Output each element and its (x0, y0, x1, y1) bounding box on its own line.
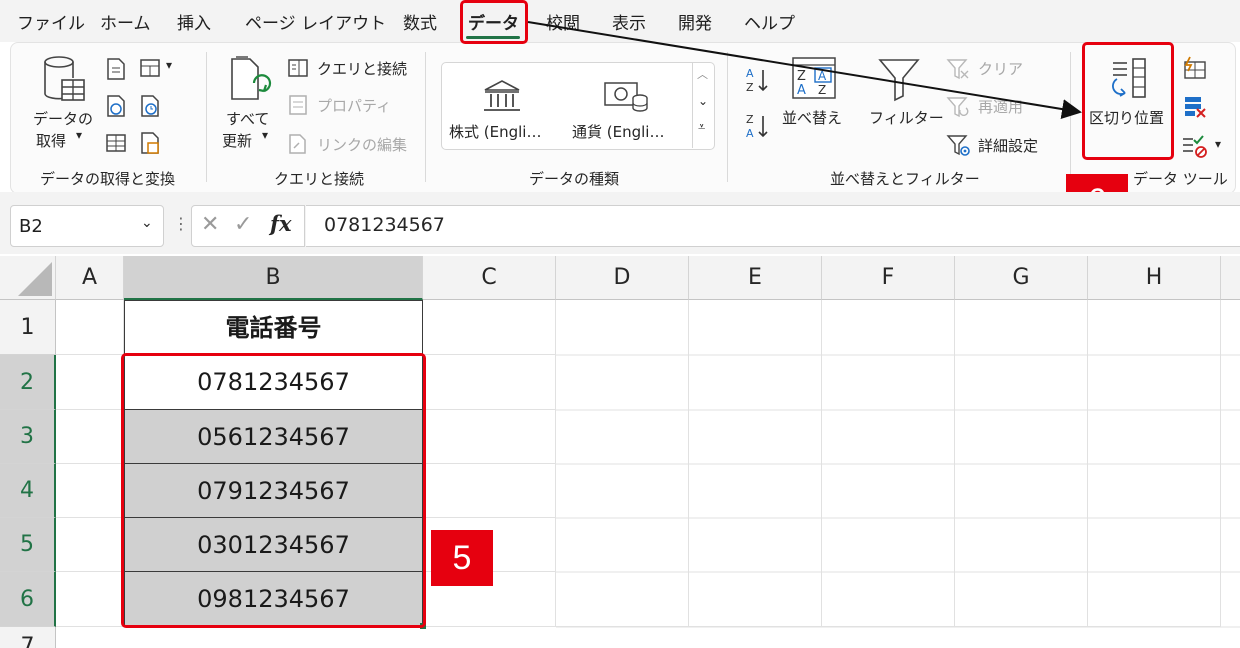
cell[interactable] (56, 572, 124, 627)
column-header-f[interactable]: F (822, 256, 955, 300)
cell[interactable] (423, 355, 556, 410)
column-header-g[interactable]: G (955, 256, 1088, 300)
column-header-h[interactable]: H (1088, 256, 1221, 300)
cell[interactable] (423, 410, 556, 464)
insert-function-icon[interactable]: fx (270, 211, 292, 236)
row-header-6[interactable]: 6 (0, 572, 56, 627)
cell[interactable] (56, 464, 124, 518)
row-header-1[interactable]: 1 (0, 300, 56, 355)
highlight-selection (121, 353, 426, 628)
column-header-e[interactable]: E (689, 256, 822, 300)
cell[interactable] (423, 464, 556, 518)
select-all-corner[interactable] (0, 256, 56, 300)
row-header-4[interactable]: 4 (0, 464, 56, 518)
name-box[interactable]: B2 ⌄ (10, 205, 164, 247)
name-box-value: B2 (19, 216, 43, 237)
chevron-down-icon[interactable]: ⌄ (141, 215, 153, 231)
row-header-3[interactable]: 3 (0, 410, 56, 464)
column-header-b[interactable]: B (124, 256, 423, 300)
row-header-5[interactable]: 5 (0, 518, 56, 572)
row-header-2[interactable]: 2 (0, 355, 56, 410)
grid-lines (556, 354, 1240, 628)
formula-input[interactable]: 0781234567 (306, 205, 1240, 247)
column-header-i[interactable] (1221, 256, 1240, 300)
more-options-icon[interactable]: ⋮ (173, 214, 189, 233)
column-header-c[interactable]: C (423, 256, 556, 300)
formula-value: 0781234567 (324, 214, 445, 236)
row-header-7[interactable]: 7 (0, 627, 56, 648)
column-header-a[interactable]: A (56, 256, 124, 300)
cell[interactable] (423, 300, 556, 355)
step-5-badge: 5 (431, 530, 493, 586)
select-all-icon (18, 262, 52, 296)
cell[interactable] (56, 355, 124, 410)
column-header-d[interactable]: D (556, 256, 689, 300)
formula-buttons: ✕ ✓ fx (191, 205, 305, 247)
confirm-icon[interactable]: ✓ (234, 212, 252, 237)
cell[interactable] (56, 410, 124, 464)
cancel-icon[interactable]: ✕ (201, 212, 219, 237)
cell[interactable] (56, 300, 124, 355)
cell[interactable] (56, 518, 124, 572)
header-cell-phone[interactable]: 電話番号 (124, 300, 423, 355)
